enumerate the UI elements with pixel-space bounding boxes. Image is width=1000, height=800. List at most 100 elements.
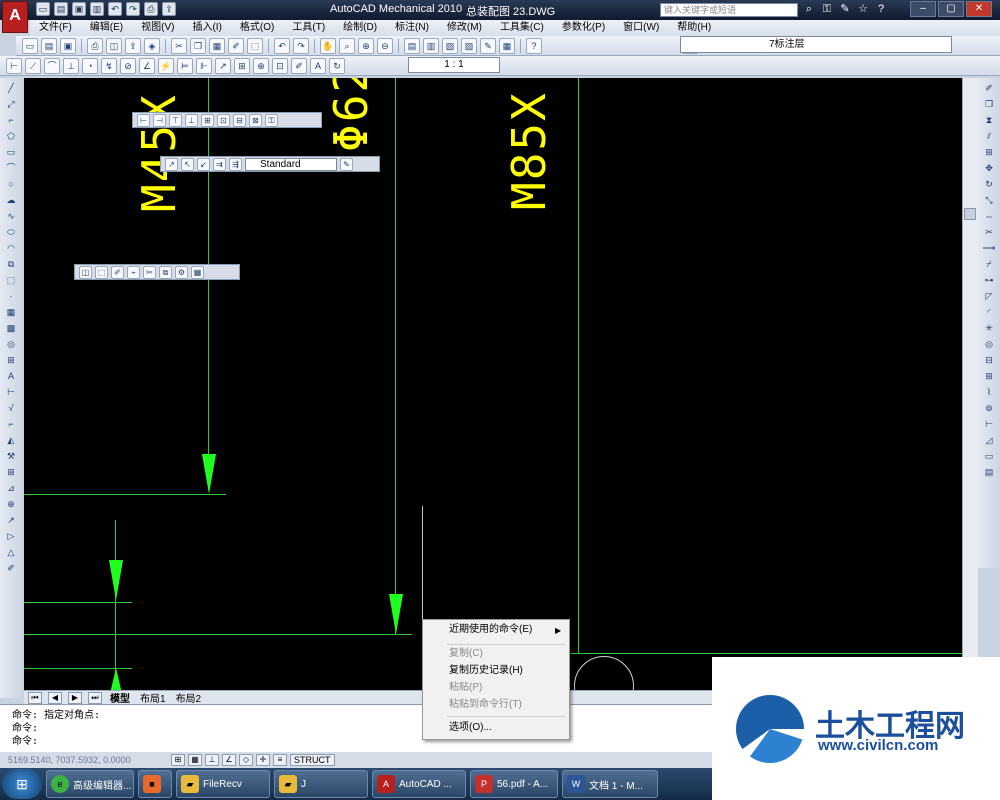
polyline-icon[interactable]: ⌐ <box>4 114 18 127</box>
subscription-icon[interactable]: ⚿ <box>820 2 834 16</box>
multileader-style-select[interactable]: Standard <box>245 157 337 171</box>
search-input[interactable]: 键入关键字或短语 <box>660 3 798 17</box>
rotate-icon[interactable]: ↻ <box>982 178 996 191</box>
point-icon[interactable]: · <box>4 290 18 303</box>
mtext-icon[interactable]: A <box>4 370 18 383</box>
insert-block-icon[interactable]: ⧉ <box>4 258 18 271</box>
fastener-icon[interactable]: ⊞ <box>982 370 996 383</box>
surface-texture-icon[interactable]: ⌐ <box>4 418 18 431</box>
tool-icon[interactable]: ⧉ <box>159 265 172 279</box>
dim-edit-icon[interactable]: ✐ <box>291 57 307 74</box>
sqrt-symbol-icon[interactable]: √ <box>4 402 18 415</box>
offset-icon[interactable]: ⫽ <box>982 130 996 143</box>
dim-tool-icon[interactable]: ⊣ <box>153 113 166 127</box>
struct-toggle[interactable]: STRUCT <box>290 754 335 766</box>
taskbar-item[interactable]: W 文档 1 - M... <box>562 770 658 798</box>
app-logo[interactable]: A <box>2 1 28 33</box>
save-icon[interactable]: ▣ <box>60 37 76 54</box>
menu-item-paste[interactable]: 粘贴(P) <box>449 680 482 696</box>
print-icon[interactable]: ⎙ <box>144 2 158 16</box>
arrow-right-icon[interactable]: ▷ <box>4 530 18 543</box>
multileader-icon[interactable]: ↗ <box>165 157 178 171</box>
radius-icon[interactable]: ◔ <box>82 57 98 74</box>
cut-icon[interactable]: ✂ <box>171 37 187 54</box>
menu-item[interactable]: 插入(I) <box>183 20 230 36</box>
spline-icon[interactable]: ∿ <box>4 210 18 223</box>
menu-item-copy-history[interactable]: 复制历史记录(H) <box>449 663 523 679</box>
dim-update-icon[interactable]: ↻ <box>329 57 345 74</box>
zoom-previous-icon[interactable]: ⊖ <box>377 37 393 54</box>
jogged-icon[interactable]: ↯ <box>101 57 117 74</box>
shaft-icon[interactable]: ⊟ <box>982 354 996 367</box>
tab-layout1[interactable]: 布局1 <box>138 690 168 705</box>
make-block-icon[interactable]: ⬚ <box>4 274 18 287</box>
design-center-icon[interactable]: ▥ <box>423 37 439 54</box>
revcloud-icon[interactable]: ☁ <box>4 194 18 207</box>
calculator-icon[interactable]: ▦ <box>499 37 515 54</box>
break-icon[interactable]: ⌿ <box>982 258 996 271</box>
last-tab-icon[interactable]: ⏭ <box>88 691 102 704</box>
markup-icon[interactable]: ✎ <box>480 37 496 54</box>
menu-item[interactable]: 帮助(H) <box>668 20 720 36</box>
sheet-set-icon[interactable]: ▨ <box>461 37 477 54</box>
tool-icon[interactable]: ◫ <box>79 265 92 279</box>
menu-item[interactable]: 文件(F) <box>30 20 81 36</box>
menu-item-recent-commands[interactable]: 近期使用的命令(E) <box>449 622 532 638</box>
tool-palettes-icon[interactable]: ▧ <box>442 37 458 54</box>
help-icon[interactable]: ? <box>526 37 542 54</box>
dim-tool-icon[interactable]: ⊥ <box>185 113 198 127</box>
tool-icon[interactable]: ⌁ <box>127 265 140 279</box>
menu-item-options[interactable]: 选项(O)... <box>449 720 492 736</box>
vertical-scrollbar[interactable] <box>962 78 978 690</box>
help-icon[interactable]: ? <box>874 2 888 16</box>
hole-icon[interactable]: ◎ <box>982 338 996 351</box>
prev-tab-icon[interactable]: ◀ <box>48 691 62 704</box>
dim-tool-icon[interactable]: ⊡ <box>217 113 230 127</box>
explode-icon[interactable]: ✳ <box>982 322 996 335</box>
quick-dimension-icon[interactable]: ⚡ <box>158 57 174 74</box>
taskbar-item[interactable]: ■ <box>138 770 172 798</box>
array-icon[interactable]: ⊞ <box>982 146 996 159</box>
tool-icon[interactable]: ✂ <box>143 265 156 279</box>
close-icon[interactable]: ✕ <box>966 1 992 17</box>
copy-icon[interactable]: ❐ <box>982 98 996 111</box>
menu-item[interactable]: 标注(N) <box>386 20 438 36</box>
menu-item[interactable]: 视图(V) <box>132 20 183 36</box>
arc-length-icon[interactable]: ⌒ <box>44 57 60 74</box>
zoom-realtime-icon[interactable]: ⌕ <box>339 37 355 54</box>
tool-icon[interactable]: ▦ <box>191 265 204 279</box>
leader-icon[interactable]: ↗ <box>215 57 231 74</box>
tab-layout2[interactable]: 布局2 <box>174 690 204 705</box>
open-file-icon[interactable]: ▤ <box>54 2 68 16</box>
taskbar-item[interactable]: ▰ FileRecv <box>176 770 270 798</box>
dim-tool-icon[interactable]: ⊠ <box>249 113 262 127</box>
polygon-icon[interactable]: ⬠ <box>4 130 18 143</box>
leader-note-icon[interactable]: ↗ <box>4 514 18 527</box>
dim-tool-icon[interactable]: ⊟ <box>233 113 246 127</box>
tolerance-frame-icon[interactable]: ⊞ <box>4 466 18 479</box>
add-leader-icon[interactable]: ↖ <box>181 157 194 171</box>
3d-icon[interactable]: ◈ <box>144 37 160 54</box>
table-icon[interactable]: ⊞ <box>4 354 18 367</box>
fillet-icon[interactable]: ◜ <box>982 306 996 319</box>
layer-select[interactable]: 7标注层 <box>680 36 952 53</box>
open-icon[interactable]: ▤ <box>41 37 57 54</box>
taskbar-item[interactable]: P 56.pdf - A... <box>470 770 558 798</box>
dim-linear-icon[interactable]: ⊢ <box>4 386 18 399</box>
tool-icon[interactable]: ⬚ <box>95 265 108 279</box>
command-prompt[interactable]: 命令: <box>12 735 700 748</box>
properties-icon[interactable]: ▤ <box>404 37 420 54</box>
start-button[interactable]: ⊞ <box>2 769 42 799</box>
move-icon[interactable]: ✥ <box>982 162 996 175</box>
ellipse-arc-icon[interactable]: ◠ <box>4 242 18 255</box>
gradient-icon[interactable]: ▩ <box>4 322 18 335</box>
redo-icon[interactable]: ↷ <box>126 2 140 16</box>
title-block-icon[interactable]: ▭ <box>982 450 996 463</box>
menu-item-paste-to-command[interactable]: 粘贴到命令行(T) <box>449 697 522 713</box>
scale-select[interactable]: 1 : 1 <box>408 57 500 73</box>
save-as-icon[interactable]: ▥ <box>90 2 104 16</box>
dim-tool-icon[interactable]: ⊤ <box>169 113 182 127</box>
minimize-icon[interactable]: – <box>910 1 936 17</box>
triangle-icon[interactable]: △ <box>4 546 18 559</box>
diameter-icon[interactable]: ⊘ <box>120 57 136 74</box>
